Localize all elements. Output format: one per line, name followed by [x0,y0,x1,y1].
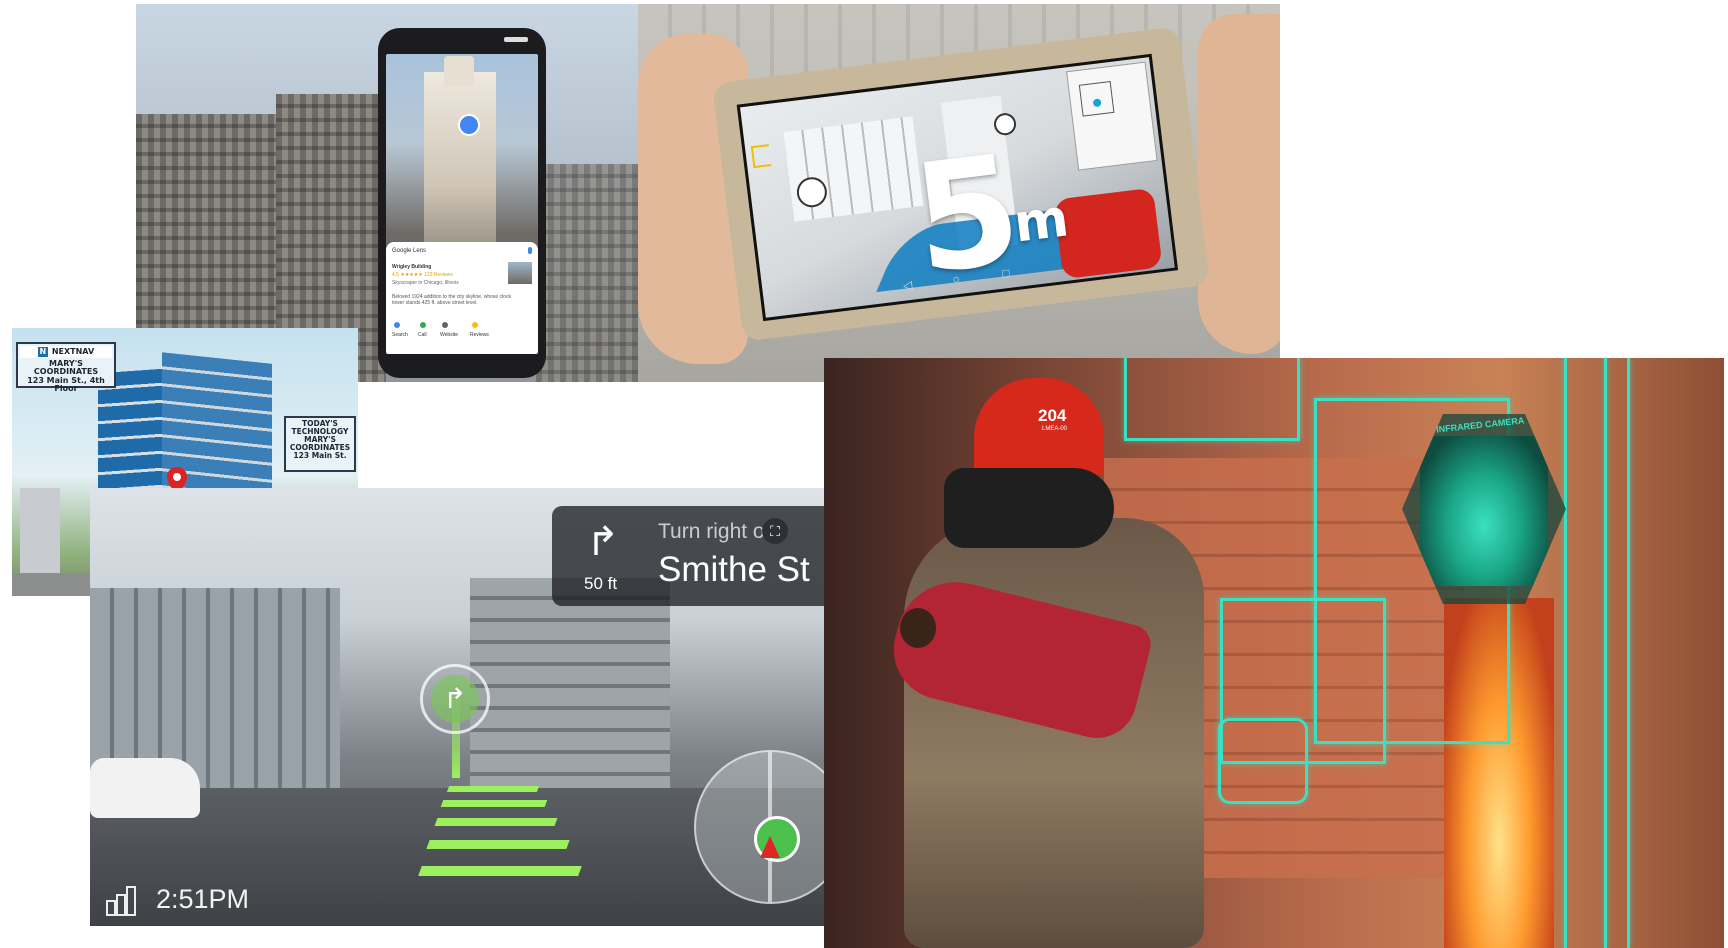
helmet-number: 204 [1038,406,1067,425]
hud-door-edge [1604,358,1607,948]
nextnav-sign-right: TODAY'S TECHNOLOGY MARY'S COORDINATES 12… [284,416,356,472]
recents-icon[interactable]: □ [1001,266,1010,281]
ar-chevron [426,840,570,849]
turn-right-icon: ↱ [431,675,479,723]
lens-app-name: Google Lens [392,248,427,254]
star-icon [472,322,478,328]
turn-right-arrow-icon: ↱ [586,520,620,564]
right-sign-line-5: 123 Main St. [293,450,347,460]
recenter-icon[interactable]: ⛶ [762,518,788,544]
child-head [900,608,936,648]
parked-car [90,758,200,818]
ar-chevron [446,786,540,792]
right-hand [1198,14,1280,354]
place-type: Skyscraper in Chicago, Illinois [392,280,459,286]
lens-actions: Search Call Website Reviews [392,322,532,340]
phone-icon [420,322,426,328]
clock-tower [444,56,474,86]
ar-chevron [418,866,582,876]
indoor-ar-panel: 5 m ◁ ○ □ [638,4,1280,382]
room-bookshelf [783,116,924,222]
firefighter-ar-panel: INFRARED CAMERA 204 LMEA-00 [824,358,1724,948]
ar-camera-view[interactable]: 5 m ◁ ○ □ [736,53,1179,322]
minimap[interactable] [1066,61,1158,171]
search-icon [394,322,400,328]
turn-marker: ↱ [420,664,490,734]
smartphone: Google Lens Wrigley Building 4.5 ★★★★★ 1… [378,28,546,378]
turn-instruction: Turn right on [658,520,777,543]
left-sign-line-3: 123 Main St., 4th Floor [27,375,105,394]
firefighter-helmet [974,378,1104,478]
wrigley-building [424,72,496,262]
mic-icon[interactable] [528,247,532,254]
action-website[interactable]: Website [440,332,458,338]
globe-icon [442,322,448,328]
place-rating: 4.5 ★★★★★ 123 Reviews [392,272,453,278]
camera-viewfinder[interactable]: Google Lens Wrigley Building 4.5 ★★★★★ 1… [386,54,538,354]
ar-chevron [434,818,558,826]
nextnav-sign-left: N NEXTNAV MARY'S COORDINATES 123 Main St… [16,342,116,393]
street-name: Smithe St [658,550,810,589]
lens-focus-dot[interactable] [458,114,480,136]
nextnav-brand: NEXTNAV [51,346,95,356]
action-reviews[interactable]: Reviews [470,332,489,338]
action-search[interactable]: Search [392,332,408,338]
action-call[interactable]: Call [418,332,427,338]
home-icon[interactable]: ○ [952,272,961,287]
lens-result-card[interactable]: Google Lens Wrigley Building 4.5 ★★★★★ 1… [386,242,538,354]
signal-strength-icon [106,886,140,916]
smartphone-landscape: 5 m ◁ ○ □ [711,26,1211,342]
infrared-feed [1420,436,1548,586]
nextnav-logo-icon: N [37,347,48,357]
navigation-card[interactable]: ↱ 50 ft Turn right on Smithe St ⛶ [552,506,824,606]
nextnav-logo: N NEXTNAV [20,346,112,358]
hud-door-frame-outline [1564,358,1630,948]
place-description: Beloved 1924 addition to the city skylin… [392,294,511,306]
helmet-label: LMEA-00 [1042,426,1068,432]
ar-chevron [440,800,548,807]
hud-ceiling-outline [1124,358,1300,441]
roadside-building [470,578,670,808]
back-icon[interactable]: ◁ [902,278,913,293]
hud-pillow-outline [1218,718,1308,804]
background-building [536,164,638,382]
car-ar-navigation-panel: ↱ ↱ 50 ft Turn right on Smithe St ⛶ 2:51… [90,488,824,926]
place-name: Wrigley Building [392,264,432,270]
breathing-mask [944,468,1114,548]
clock-time: 2:51PM [156,884,250,914]
turn-distance: 50 ft [584,574,618,593]
target-bracket-icon [750,144,772,169]
signal-battery-icon [504,37,528,42]
vehicle-position-icon [760,836,780,858]
place-thumbnail [508,262,532,284]
google-lens-panel: Google Lens Wrigley Building 4.5 ★★★★★ 1… [136,4,638,382]
distance-unit: m [1010,188,1072,255]
status-bar [378,34,546,48]
